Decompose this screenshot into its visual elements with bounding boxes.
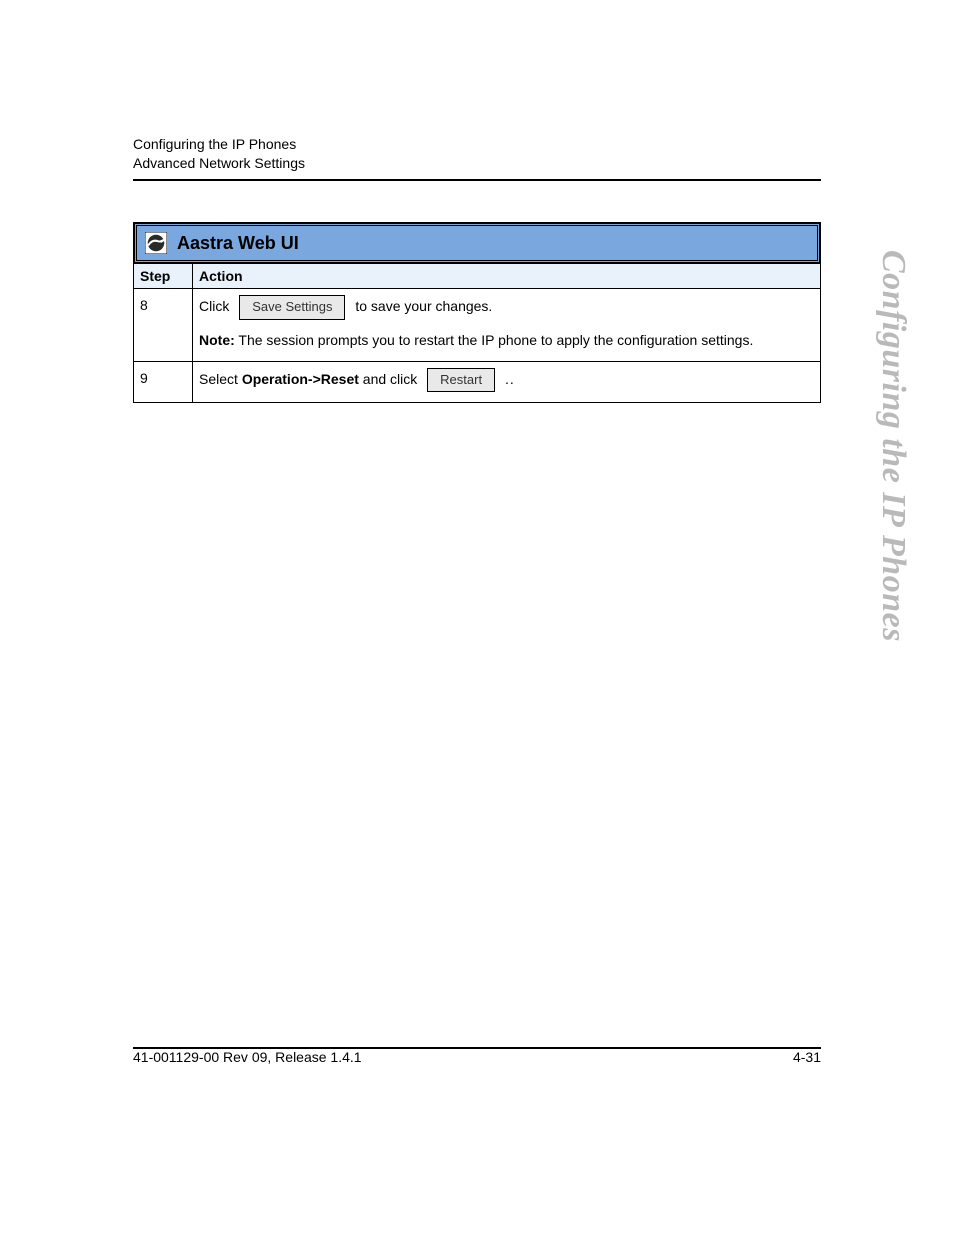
after-save-text: to save your changes. [355, 298, 492, 314]
side-chapter-heading: Configuring the IP Phones [872, 250, 912, 642]
page: Configuring the IP Phones Advanced Netwo… [0, 0, 954, 1235]
footer-right: 4-31 [793, 1049, 821, 1065]
header-line-2: Advanced Network Settings [133, 154, 821, 173]
header-rule [133, 179, 821, 181]
action-cell: Click Save Settings to save your changes… [193, 289, 821, 362]
step-cell: 9 [134, 361, 193, 403]
procedure-table: Aastra Web UI Step Action 8 Click Save S… [133, 222, 821, 403]
table-title-inner: Aastra Web UI [134, 223, 820, 263]
note-label: Note: [199, 332, 235, 348]
table-title-text: Aastra Web UI [177, 233, 299, 254]
and-click-label: and click [363, 370, 417, 386]
footer-left: 41-001129-00 Rev 09, Release 1.4.1 [133, 1049, 362, 1065]
note-text: The session prompts you to restart the I… [238, 332, 753, 348]
table-row: 9 Select Operation->Reset and click Rest… [134, 361, 821, 403]
procedure-table-wrap: Aastra Web UI Step Action 8 Click Save S… [133, 222, 821, 403]
click-label: Click [199, 298, 229, 314]
header-line-1: Configuring the IP Phones [133, 135, 821, 154]
operation-path: Operation->Reset [242, 370, 359, 386]
trailing-dots: .. [505, 370, 515, 386]
table-header-row: Step Action [134, 264, 821, 289]
page-header: Configuring the IP Phones Advanced Netwo… [133, 135, 821, 181]
select-label: Select [199, 370, 238, 386]
col-header-step: Step [134, 264, 193, 289]
col-header-action: Action [193, 264, 821, 289]
step-cell: 8 [134, 289, 193, 362]
globe-icon [145, 232, 167, 254]
table-row: 8 Click Save Settings to save your chang… [134, 289, 821, 362]
action-cell: Select Operation->Reset and click Restar… [193, 361, 821, 403]
save-settings-button[interactable]: Save Settings [239, 295, 345, 320]
restart-button[interactable]: Restart [427, 368, 495, 393]
table-title-row: Aastra Web UI [134, 223, 821, 264]
